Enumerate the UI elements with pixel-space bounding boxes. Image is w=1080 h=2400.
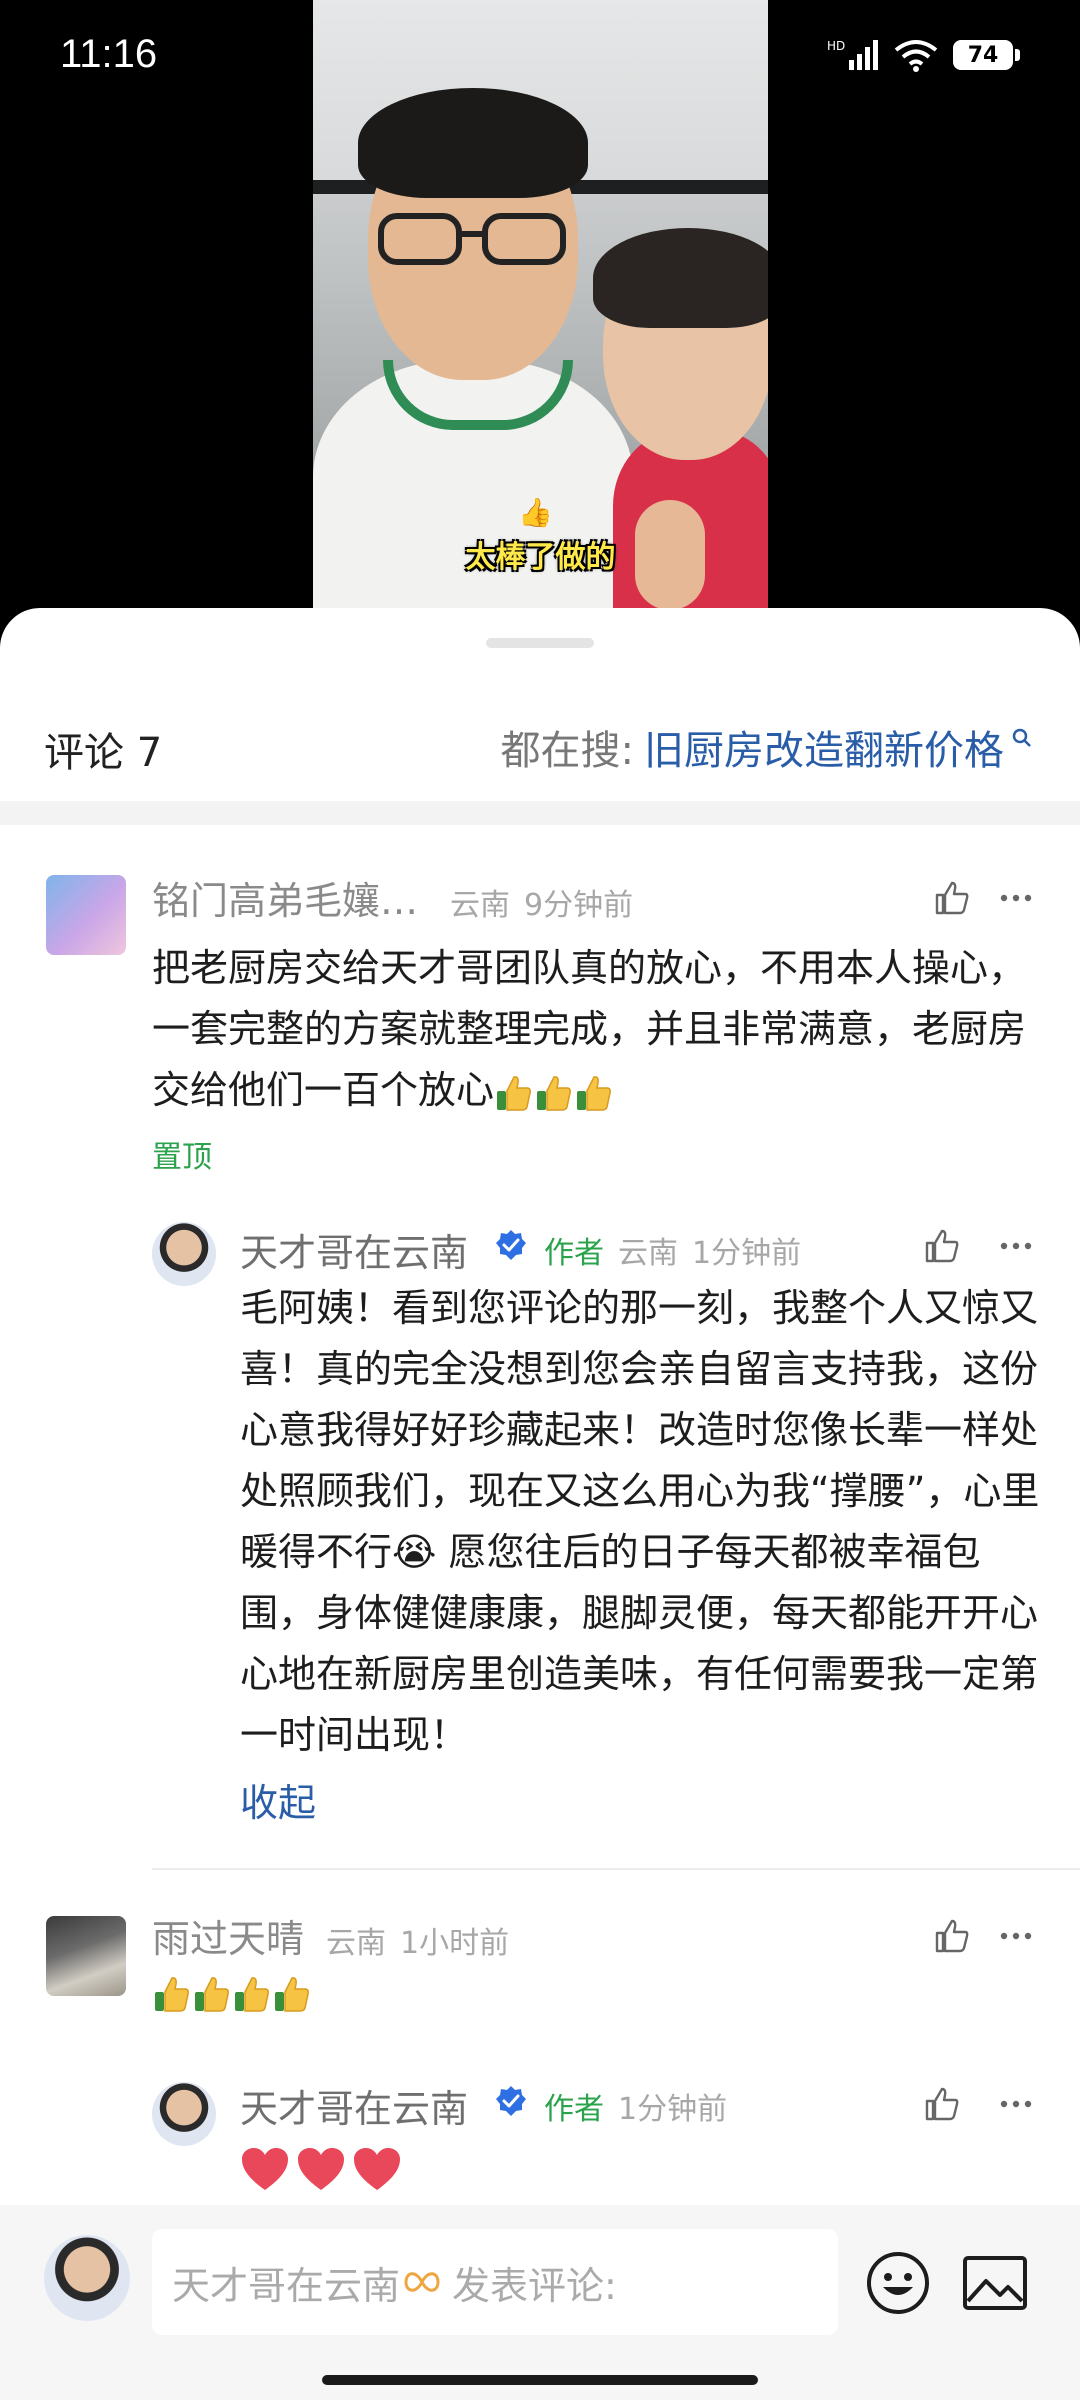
- battery-level: 74: [967, 42, 999, 68]
- avatar[interactable]: [152, 1222, 216, 1286]
- pinned-label: 置顶: [152, 1140, 212, 1175]
- home-indicator: [322, 2375, 758, 2385]
- comment-user-name[interactable]: 雨过天晴: [152, 1908, 304, 1963]
- like-icon[interactable]: [932, 878, 972, 918]
- comment-input-bar: 天才哥在云南 发表评论:: [0, 2205, 1080, 2400]
- avatar[interactable]: [46, 875, 126, 955]
- verified-icon: [496, 2086, 526, 2116]
- author-tag: 作者: [544, 1236, 604, 1271]
- my-avatar[interactable]: [44, 2235, 130, 2321]
- thumbs-up-icon: [577, 1075, 611, 1111]
- reply-user-name[interactable]: 天才哥在云南: [240, 2078, 468, 2133]
- wifi-icon: [894, 40, 938, 72]
- comment-thumbs: [494, 1068, 614, 1112]
- video-glasses: [378, 213, 566, 265]
- avatar[interactable]: [152, 2082, 216, 2146]
- thumbs-up-icon: [537, 1075, 571, 1111]
- search-prefix: 都在搜:: [500, 728, 634, 774]
- thumbs-up-icon: [275, 1977, 309, 2012]
- comments-sheet: 评论 7 都在搜: 旧厨房改造翻新价格 铭门高弟毛孃… 云南 9分钟前 把老厨房…: [0, 608, 1080, 2400]
- reply-user-name[interactable]: 天才哥在云南: [240, 1222, 468, 1277]
- more-icon[interactable]: [996, 1916, 1036, 1956]
- image-icon[interactable]: [962, 2255, 1028, 2311]
- comment-input[interactable]: 天才哥在云南 发表评论:: [152, 2229, 838, 2335]
- heart-icon: [298, 2148, 344, 2190]
- input-placeholder-text: 发表评论:: [452, 2263, 617, 2308]
- status-icons: HD 74: [827, 38, 1020, 72]
- reply-hearts: [240, 2146, 408, 2196]
- video-person2-hair: [593, 228, 768, 328]
- verified-icon: [496, 1230, 526, 1260]
- comments-count-title: 评论 7: [44, 730, 163, 776]
- thumbs-up-icon: [155, 1977, 189, 2012]
- reply-text: 毛阿姨！看到您评论的那一刻，我整个人又惊又喜！真的完全没想到您会亲自留言支持我，…: [240, 1286, 1040, 1757]
- comment-user-name[interactable]: 铭门高弟毛孃…: [152, 870, 442, 925]
- svg-text:HD: HD: [827, 39, 845, 53]
- reply-time: 1分钟前: [692, 1236, 802, 1271]
- emoji-icon[interactable]: [866, 2251, 930, 2315]
- video-player[interactable]: 👍 太棒了做的: [313, 0, 768, 610]
- more-icon[interactable]: [996, 1226, 1036, 1266]
- more-icon[interactable]: [996, 878, 1036, 918]
- video-caption: 太棒了做的: [465, 540, 616, 575]
- comment-location: 云南: [326, 1926, 386, 1961]
- collapse-link[interactable]: 收起: [240, 1772, 316, 1827]
- avatar[interactable]: [46, 1916, 126, 1996]
- comment-time: 1小时前: [400, 1926, 510, 1961]
- comment-divider: [152, 1868, 1080, 1870]
- battery-tip: [1015, 49, 1020, 61]
- more-icon[interactable]: [996, 2084, 1036, 2124]
- sheet-drag-handle[interactable]: [486, 638, 594, 648]
- comment-location: 云南: [450, 888, 510, 923]
- input-placeholder-user: 天才哥在云南: [172, 2263, 401, 2308]
- comment-time: 9分钟前: [524, 888, 634, 923]
- search-icon: [1012, 728, 1031, 747]
- battery-icon: 74: [953, 40, 1013, 70]
- like-icon[interactable]: [922, 1226, 962, 1266]
- header-divider: [0, 801, 1080, 825]
- search-suggestion[interactable]: 都在搜: 旧厨房改造翻新价格: [501, 718, 1032, 776]
- caption-thumb-icon: 👍: [518, 496, 553, 529]
- thumbs-up-icon: [235, 1977, 269, 2012]
- video-person-hair: [358, 88, 588, 198]
- heart-icon: [242, 2148, 288, 2190]
- thumbs-up-icon: [195, 1977, 229, 2012]
- comment-text: 把老厨房交给天才哥团队真的放心，不用本人操心，一套完整的方案就整理完成，并且非常…: [152, 938, 1042, 1121]
- like-icon[interactable]: [932, 1916, 972, 1956]
- reply-location: 云南: [618, 1236, 678, 1271]
- infinity-icon: [404, 2272, 440, 2292]
- thumbs-up-icon: [497, 1075, 531, 1111]
- signal-icon: HD: [827, 39, 878, 70]
- author-tag: 作者: [544, 2092, 604, 2127]
- comment-thumbs: [152, 1974, 312, 2014]
- like-icon[interactable]: [922, 2084, 962, 2124]
- reply-time: 1分钟前: [618, 2092, 728, 2127]
- heart-icon: [354, 2148, 400, 2190]
- search-term-link[interactable]: 旧厨房改造翻新价格: [644, 718, 1004, 776]
- status-time: 11:16: [60, 32, 158, 76]
